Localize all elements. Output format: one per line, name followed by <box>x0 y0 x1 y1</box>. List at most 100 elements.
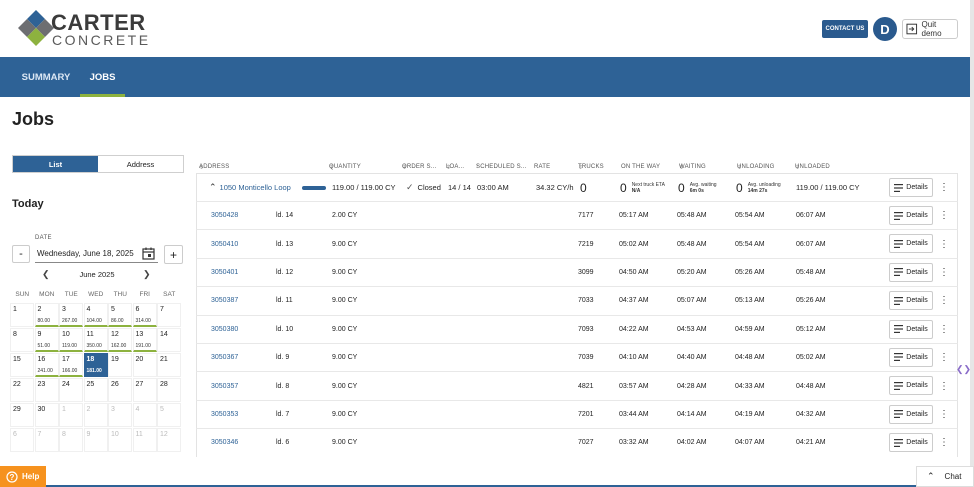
details-button[interactable]: Details <box>889 347 933 367</box>
calendar-day[interactable]: 10 <box>108 428 132 452</box>
page-scrollbar[interactable] <box>970 0 974 487</box>
help-button[interactable]: ? Help <box>0 466 46 487</box>
ticket-number[interactable]: 3050410 <box>211 230 238 257</box>
ticket-row[interactable]: 3050380 ld. 10 9.00 CY 7093 04:22 AM 04:53 AM… <box>196 314 958 343</box>
calendar-day[interactable]: 9 <box>83 428 108 452</box>
ticket-number[interactable]: 3050387 <box>211 287 238 314</box>
details-button[interactable]: Details <box>889 178 933 197</box>
calendar-day[interactable]: 25 <box>83 378 108 402</box>
calendar-day[interactable]: 16 241.00 <box>34 353 59 377</box>
calendar-day[interactable]: 23 <box>34 378 59 402</box>
details-button[interactable]: Details <box>889 404 933 424</box>
quit-demo-button[interactable]: Quit demo <box>902 19 958 39</box>
calendar-day[interactable]: 17 166.00 <box>59 353 83 377</box>
calendar-day[interactable]: 22 <box>10 378 34 402</box>
calendar-day[interactable]: 4 <box>132 403 157 427</box>
more-options-icon[interactable]: ⋮ <box>939 316 949 343</box>
details-button[interactable]: Details <box>889 206 933 225</box>
previous-day-button[interactable]: - <box>12 245 30 263</box>
ticket-row[interactable]: 3050346 ld. 6 9.00 CY 7027 03:32 AM 04:02 AM 0… <box>196 428 958 457</box>
calendar-day[interactable]: 6 <box>10 428 34 452</box>
more-options-icon[interactable]: ⋮ <box>939 344 949 371</box>
details-button[interactable]: Details <box>889 433 933 453</box>
today-label[interactable]: Today <box>12 198 44 210</box>
user-avatar[interactable]: D <box>873 17 897 41</box>
calendar-day[interactable]: 8 <box>59 428 83 452</box>
chat-button[interactable]: ⌃ Chat <box>916 466 974 487</box>
calendar-day[interactable]: 15 <box>10 353 34 377</box>
job-address[interactable]: ⌃ 1050 Monticello Loop <box>209 174 291 201</box>
calendar-next-month-icon[interactable]: ❯ <box>143 269 151 280</box>
next-day-button[interactable]: + <box>164 245 183 264</box>
calendar-day[interactable]: 18 181.00 <box>83 353 108 377</box>
ticket-row[interactable]: 3050410 ld. 13 9.00 CY 7219 05:02 AM 05:48 AM… <box>196 229 958 258</box>
company-logo[interactable]: CARTER CONCRETE <box>18 10 148 48</box>
calendar-day[interactable]: 5 <box>157 403 181 427</box>
calendar-day[interactable]: 12 162.00 <box>108 328 132 352</box>
details-button[interactable]: Details <box>889 376 933 396</box>
calendar-day[interactable]: 21 <box>157 353 181 377</box>
calendar-day[interactable]: 2 80.00 <box>34 303 59 327</box>
ticket-row[interactable]: 3050428 ld. 14 2.00 CY 7177 05:17 AM 05:48 AM… <box>196 201 958 230</box>
calendar-day[interactable]: 8 <box>10 328 34 352</box>
more-options-icon[interactable]: ⋮ <box>939 259 949 286</box>
calendar-day[interactable]: 3 <box>108 403 132 427</box>
calendar-day[interactable]: 26 <box>108 378 132 402</box>
calendar-day[interactable]: 3 267.00 <box>59 303 83 327</box>
tab-jobs[interactable]: JOBS <box>80 57 125 97</box>
more-options-icon[interactable]: ⋮ <box>939 372 949 399</box>
job-address-link[interactable]: 1050 Monticello Loop <box>220 183 291 192</box>
ticket-number[interactable]: 3050380 <box>211 316 238 343</box>
more-options-icon[interactable]: ⋮ <box>939 174 949 201</box>
ticket-number[interactable]: 3050353 <box>211 401 238 428</box>
calendar-day[interactable]: 24 <box>59 378 83 402</box>
calendar-day[interactable]: 11 <box>132 428 157 452</box>
list-view-button[interactable]: List <box>13 156 98 172</box>
job-group-row[interactable]: ⌃ 1050 Monticello Loop 119.00 / 119.00 C… <box>196 173 958 201</box>
calendar-day[interactable]: 10 119.00 <box>59 328 83 352</box>
more-options-icon[interactable]: ⋮ <box>939 230 949 257</box>
more-options-icon[interactable]: ⋮ <box>939 429 949 456</box>
calendar-day[interactable]: 27 <box>132 378 157 402</box>
calendar-day[interactable]: 30 <box>34 403 59 427</box>
calendar-day[interactable]: 4 104.00 <box>83 303 108 327</box>
ticket-row[interactable]: 3050401 ld. 12 9.00 CY 3099 04:50 AM 05:20 AM… <box>196 257 958 287</box>
ticket-row[interactable]: 3050357 ld. 8 9.00 CY 4821 03:57 AM 04:28 AM 0… <box>196 371 958 400</box>
ticket-row[interactable]: 3050367 ld. 9 9.00 CY 7039 04:10 AM 04:40 AM 0… <box>196 342 958 372</box>
calendar-icon[interactable] <box>142 247 155 260</box>
calendar-day[interactable]: 5 86.00 <box>108 303 132 327</box>
calendar-day[interactable]: 13 191.00 <box>132 328 157 352</box>
more-options-icon[interactable]: ⋮ <box>939 287 949 314</box>
calendar-day[interactable]: 6 314.00 <box>132 303 157 327</box>
contact-us-button[interactable]: CONTACT US <box>822 20 868 38</box>
ticket-row[interactable]: 3050353 ld. 7 9.00 CY 7201 03:44 AM 04:14 AM 0… <box>196 399 958 429</box>
calendar-day[interactable]: 11 350.00 <box>83 328 108 352</box>
ticket-number[interactable]: 3050346 <box>211 429 238 456</box>
ticket-number[interactable]: 3050401 <box>211 259 238 286</box>
calendar-day[interactable]: 1 <box>10 303 34 327</box>
details-button[interactable]: Details <box>889 234 933 254</box>
calendar-day[interactable]: 2 <box>83 403 108 427</box>
calendar-day[interactable]: 29 <box>10 403 34 427</box>
calendar-day[interactable]: 12 <box>157 428 181 452</box>
tab-summary[interactable]: SUMMARY <box>10 57 82 97</box>
more-options-icon[interactable]: ⋮ <box>939 401 949 428</box>
date-input[interactable]: Wednesday, June 18, 2025 <box>35 245 158 263</box>
details-button[interactable]: Details <box>889 319 933 339</box>
side-widget-icon[interactable]: ❮❯ <box>956 364 971 378</box>
ticket-number[interactable]: 3050367 <box>211 344 238 371</box>
ticket-row[interactable]: 3050387 ld. 11 9.00 CY 7033 04:37 AM 05:07 AM… <box>196 286 958 315</box>
ticket-number[interactable]: 3050357 <box>211 372 238 399</box>
calendar-day[interactable]: 14 <box>157 328 181 352</box>
calendar-day[interactable]: 7 <box>157 303 181 327</box>
ticket-number[interactable]: 3050428 <box>211 202 238 229</box>
address-view-button[interactable]: Address <box>98 156 183 172</box>
calendar-day[interactable]: 9 51.00 <box>34 328 59 352</box>
details-button[interactable]: Details <box>889 262 933 282</box>
collapse-chevron-icon[interactable]: ⌃ <box>209 182 217 193</box>
more-options-icon[interactable]: ⋮ <box>939 202 949 229</box>
calendar-day[interactable]: 20 <box>132 353 157 377</box>
calendar-day[interactable]: 7 <box>34 428 59 452</box>
calendar-day[interactable]: 28 <box>157 378 181 402</box>
calendar-day[interactable]: 1 <box>59 403 83 427</box>
